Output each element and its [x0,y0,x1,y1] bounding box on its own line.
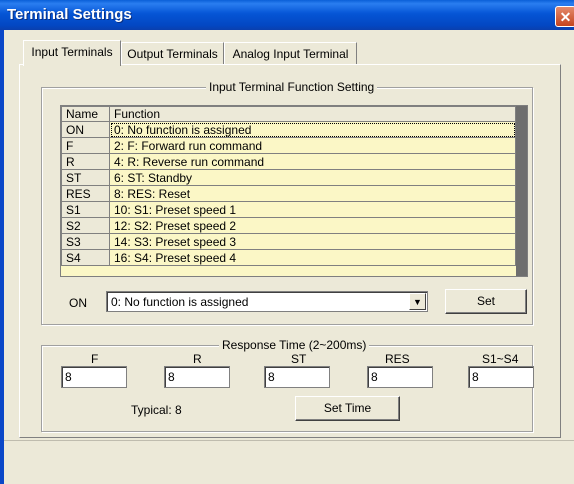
row-name: F [61,137,110,154]
function-select[interactable]: 0: No function is assigned ▼ [106,291,428,312]
grid-scrollbar[interactable] [516,106,527,276]
row-name: S3 [61,233,110,250]
dialog-bottom-divider [4,440,574,441]
selected-terminal-label: ON [69,296,87,310]
close-icon: ✕ [559,9,572,25]
table-row[interactable]: F 2: F: Forward run command [61,137,516,154]
row-function[interactable]: 16: S4: Preset speed 4 [109,249,516,266]
tab-label: Output Terminals [127,47,218,61]
function-grid[interactable]: Name Function ON 0: No function is assign… [60,105,528,277]
table-row[interactable]: ST 6: ST: Standby [61,169,516,186]
tab-analog-input-terminal[interactable]: Analog Input Terminal [224,42,357,64]
response-label-st: ST [291,352,307,366]
row-function[interactable]: 2: F: Forward run command [109,137,516,154]
row-name: S4 [61,249,110,266]
row-name: S1 [61,201,110,218]
chevron-down-icon[interactable]: ▼ [409,293,426,310]
response-label-s1-s4: S1~S4 [482,352,519,366]
response-time-group [41,345,533,432]
row-function[interactable]: 12: S2: Preset speed 2 [109,217,516,234]
row-function[interactable]: 6: ST: Standby [109,169,516,186]
table-row[interactable]: RES 8: RES: Reset [61,185,516,202]
function-setting-group-title: Input Terminal Function Setting [206,80,378,94]
window-title: Terminal Settings [7,6,132,23]
response-label-res: RES [385,352,410,366]
table-row[interactable]: S1 10: S1: Preset speed 1 [61,201,516,218]
close-button[interactable]: ✕ [555,6,574,27]
title-bar: Terminal Settings ✕ [0,0,574,30]
row-function[interactable]: 0: No function is assigned [109,121,516,138]
response-input-f[interactable]: 8 [61,366,127,388]
set-time-button[interactable]: Set Time [295,396,400,421]
row-function[interactable]: 14: S3: Preset speed 3 [109,233,516,250]
row-function[interactable]: 10: S1: Preset speed 1 [109,201,516,218]
row-name: S2 [61,217,110,234]
row-function[interactable]: 4: R: Reverse run command [109,153,516,170]
column-header-name[interactable]: Name [61,106,110,122]
tab-label: Analog Input Terminal [232,47,349,61]
tab-label: Input Terminals [31,45,113,59]
table-row[interactable]: R 4: R: Reverse run command [61,153,516,170]
window-frame-left [0,30,4,484]
response-input-r[interactable]: 8 [164,366,230,388]
tab-input-terminals[interactable]: Input Terminals [23,40,121,66]
set-button[interactable]: Set [445,289,527,314]
table-row[interactable]: S2 12: S2: Preset speed 2 [61,217,516,234]
typical-value-label: Typical: 8 [131,403,182,417]
column-header-function[interactable]: Function [109,106,516,122]
response-time-group-title: Response Time (2~200ms) [219,338,370,352]
response-input-res[interactable]: 8 [367,366,433,388]
row-name: R [61,153,110,170]
row-name: RES [61,185,110,202]
response-input-s1-s4[interactable]: 8 [468,366,534,388]
row-name: ON [61,121,110,138]
row-name: ST [61,169,110,186]
table-row[interactable]: ON 0: No function is assigned [61,121,516,138]
response-input-st[interactable]: 8 [264,366,330,388]
table-row[interactable]: S4 16: S4: Preset speed 4 [61,249,516,266]
tab-output-terminals[interactable]: Output Terminals [121,42,224,64]
response-label-r: R [193,352,202,366]
row-function[interactable]: 8: RES: Reset [109,185,516,202]
function-select-value: 0: No function is assigned [111,295,249,309]
table-row[interactable]: S3 14: S3: Preset speed 3 [61,233,516,250]
response-label-f: F [91,352,99,366]
